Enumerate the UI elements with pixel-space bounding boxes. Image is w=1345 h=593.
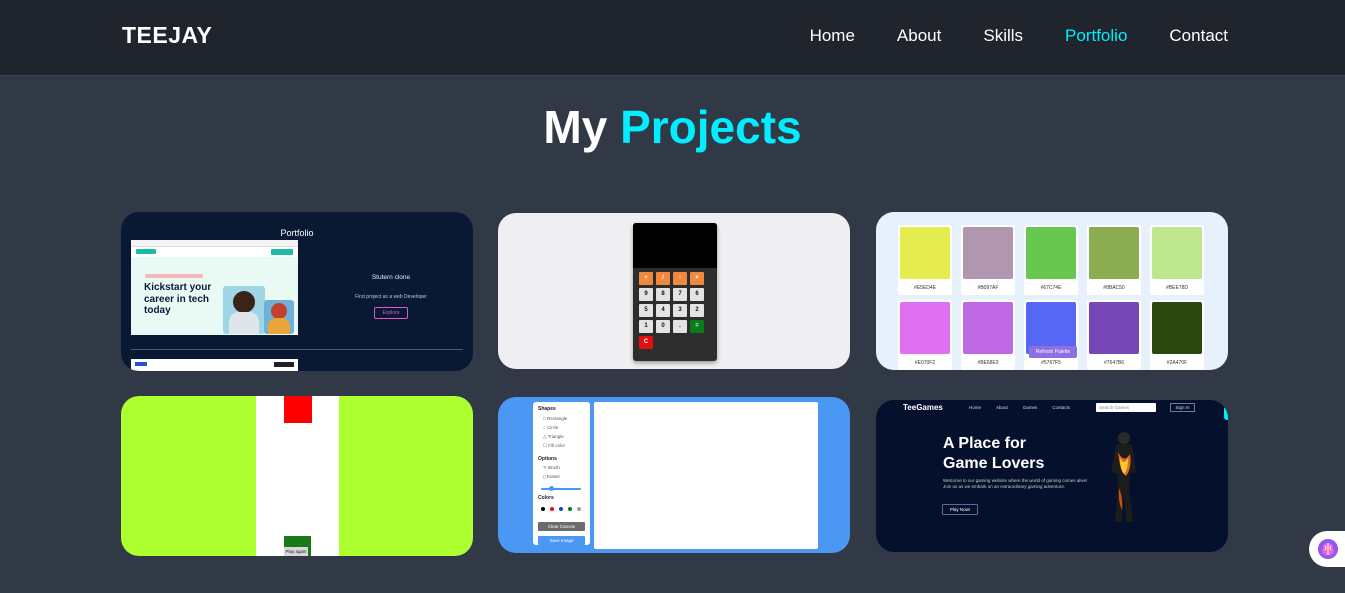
portfolio-item-title: Stutern clone — [371, 274, 411, 281]
option-eraser[interactable]: ▯ Eraser — [543, 474, 560, 480]
calc-key[interactable]: - — [673, 272, 687, 285]
option-brush[interactable]: ✎ Brush — [543, 465, 560, 471]
color-swatch[interactable]: #67C74E — [1024, 225, 1078, 295]
calc-key[interactable]: 5 — [639, 304, 653, 317]
nav-skills[interactable]: Skills — [983, 26, 1023, 46]
calculator-display — [633, 223, 717, 268]
color-option[interactable] — [541, 507, 545, 511]
color-swatch[interactable]: #E070F2 — [898, 300, 952, 370]
calc-key[interactable]: 2 — [690, 304, 704, 317]
second-screenshot — [131, 359, 298, 371]
teegames-nav: Home About Games Contacts — [969, 405, 1070, 410]
color-option[interactable] — [577, 507, 581, 511]
calc-key[interactable]: / — [656, 272, 670, 285]
portfolio-item-subtitle: First project as a web Developer — [355, 294, 427, 300]
stutern-screenshot: Kickstart your career in tech today — [131, 240, 298, 335]
teegames-link[interactable]: About — [996, 405, 1008, 410]
accent-tab — [1224, 406, 1228, 420]
shape-rectangle[interactable]: □ Rectangle — [543, 416, 567, 421]
portfolio-item-description: Stutern clone First project as a web Dev… — [331, 274, 451, 319]
heading-accent: Projects — [620, 101, 802, 153]
calc-key[interactable]: . — [673, 320, 687, 333]
play-now-button[interactable]: Play Now! — [942, 504, 978, 515]
calc-key-equals[interactable]: = — [690, 320, 704, 333]
calc-key[interactable]: 0 — [656, 320, 670, 333]
teegames-search-input[interactable]: Search Games — [1096, 403, 1156, 412]
brush-size-slider[interactable] — [541, 488, 581, 490]
color-swatch[interactable]: #5767F5 — [1024, 300, 1078, 370]
calculator-keypad: + / - × 9 8 7 6 5 4 3 2 1 0 . = C — [639, 272, 704, 349]
color-swatch[interactable]: #7647B6 — [1087, 300, 1141, 370]
section-heading: My Projects — [0, 100, 1345, 154]
teegames-paragraph: Welcome to our gaming website where the … — [943, 478, 1088, 489]
options-heading: Options — [538, 456, 557, 462]
teegames-link[interactable]: Home — [969, 405, 981, 410]
calc-key[interactable]: × — [690, 272, 704, 285]
project-card-calculator[interactable]: + / - × 9 8 7 6 5 4 3 2 1 0 . = C — [498, 213, 850, 369]
divider — [131, 349, 463, 350]
calc-key[interactable]: 9 — [639, 288, 653, 301]
person-image — [223, 286, 265, 334]
calc-key[interactable]: 1 — [639, 320, 653, 333]
color-swatch[interactable]: #2A470F — [1150, 300, 1204, 370]
fill-color-checkbox[interactable]: ☐ Fill color — [543, 443, 565, 449]
teegames-link[interactable]: Contacts — [1052, 405, 1070, 410]
project-card-teegames[interactable]: TeeGames Home About Games Contacts Searc… — [876, 400, 1228, 552]
color-option[interactable] — [559, 507, 563, 511]
teegames-link[interactable]: Games — [1023, 405, 1038, 410]
heading-prefix: My — [543, 101, 608, 153]
enemy-block — [284, 396, 312, 423]
clear-canvas-button[interactable]: Clear Canvas — [538, 522, 585, 531]
refresh-palette-button[interactable]: Refresh Palette — [1029, 346, 1077, 358]
nav-portfolio[interactable]: Portfolio — [1065, 26, 1127, 46]
calc-key[interactable]: 7 — [673, 288, 687, 301]
calc-key[interactable]: 8 — [656, 288, 670, 301]
brain-icon — [1318, 539, 1338, 559]
nav-menu: Home About Skills Portfolio Contact — [768, 26, 1228, 46]
nav-home[interactable]: Home — [810, 26, 855, 46]
shapes-heading: Shapes — [538, 406, 556, 412]
nav-about[interactable]: About — [897, 26, 941, 46]
teegames-signin-button[interactable]: Sign In — [1170, 403, 1195, 412]
brand-logo[interactable]: TEEJAY — [122, 22, 212, 49]
nav-contact[interactable]: Contact — [1169, 26, 1228, 46]
calc-key[interactable]: + — [639, 272, 653, 285]
paint-tool-panel: Shapes □ Rectangle ○ Circle △ Triangle ☐… — [533, 402, 590, 545]
colors-heading: Colors — [538, 495, 554, 501]
assistant-bubble[interactable] — [1309, 531, 1345, 567]
project-card-portfolio[interactable]: Portfolio Kickstart your career in tech … — [121, 212, 473, 371]
soldier-image — [1111, 432, 1136, 522]
teegames-headline: A Place for Game Lovers — [943, 435, 1045, 472]
header-navbar: TEEJAY Home About Skills Portfolio Conta… — [0, 0, 1345, 76]
calc-key-clear[interactable]: C — [639, 336, 653, 349]
calculator: + / - × 9 8 7 6 5 4 3 2 1 0 . = C — [633, 223, 717, 361]
color-swatch[interactable]: #8BAC50 — [1087, 225, 1141, 295]
project-card-game[interactable]: Play again — [121, 396, 473, 556]
drawing-canvas[interactable] — [594, 402, 818, 549]
portfolio-preview-title: Portfolio — [280, 228, 314, 238]
teegames-brand: TeeGames — [903, 403, 943, 412]
project-card-paint[interactable]: Shapes □ Rectangle ○ Circle △ Triangle ☐… — [498, 397, 850, 553]
calc-key[interactable]: 6 — [690, 288, 704, 301]
color-option[interactable] — [568, 507, 572, 511]
person-image — [264, 300, 294, 334]
calc-key[interactable]: 3 — [673, 304, 687, 317]
color-swatch[interactable]: #BEE78D — [1150, 225, 1204, 295]
color-swatch[interactable]: #E5ED4E — [898, 225, 952, 295]
play-again-button[interactable]: Play again — [284, 547, 308, 556]
color-swatch[interactable]: #BE68E3 — [961, 300, 1015, 370]
slider-knob[interactable] — [549, 486, 554, 491]
project-card-palette[interactable]: #E5ED4E #B097AF #67C74E #8BAC50 #BEE78D … — [876, 212, 1228, 370]
calc-key[interactable]: 4 — [656, 304, 670, 317]
shape-circle[interactable]: ○ Circle — [543, 425, 558, 430]
color-swatch[interactable]: #B097AF — [961, 225, 1015, 295]
explore-button[interactable]: Explore — [373, 307, 409, 319]
save-image-button[interactable]: Save Image — [538, 536, 585, 545]
stutern-hero-text: Kickstart your career in tech today — [144, 282, 212, 316]
color-option[interactable] — [550, 507, 554, 511]
shape-triangle[interactable]: △ Triangle — [543, 434, 564, 440]
